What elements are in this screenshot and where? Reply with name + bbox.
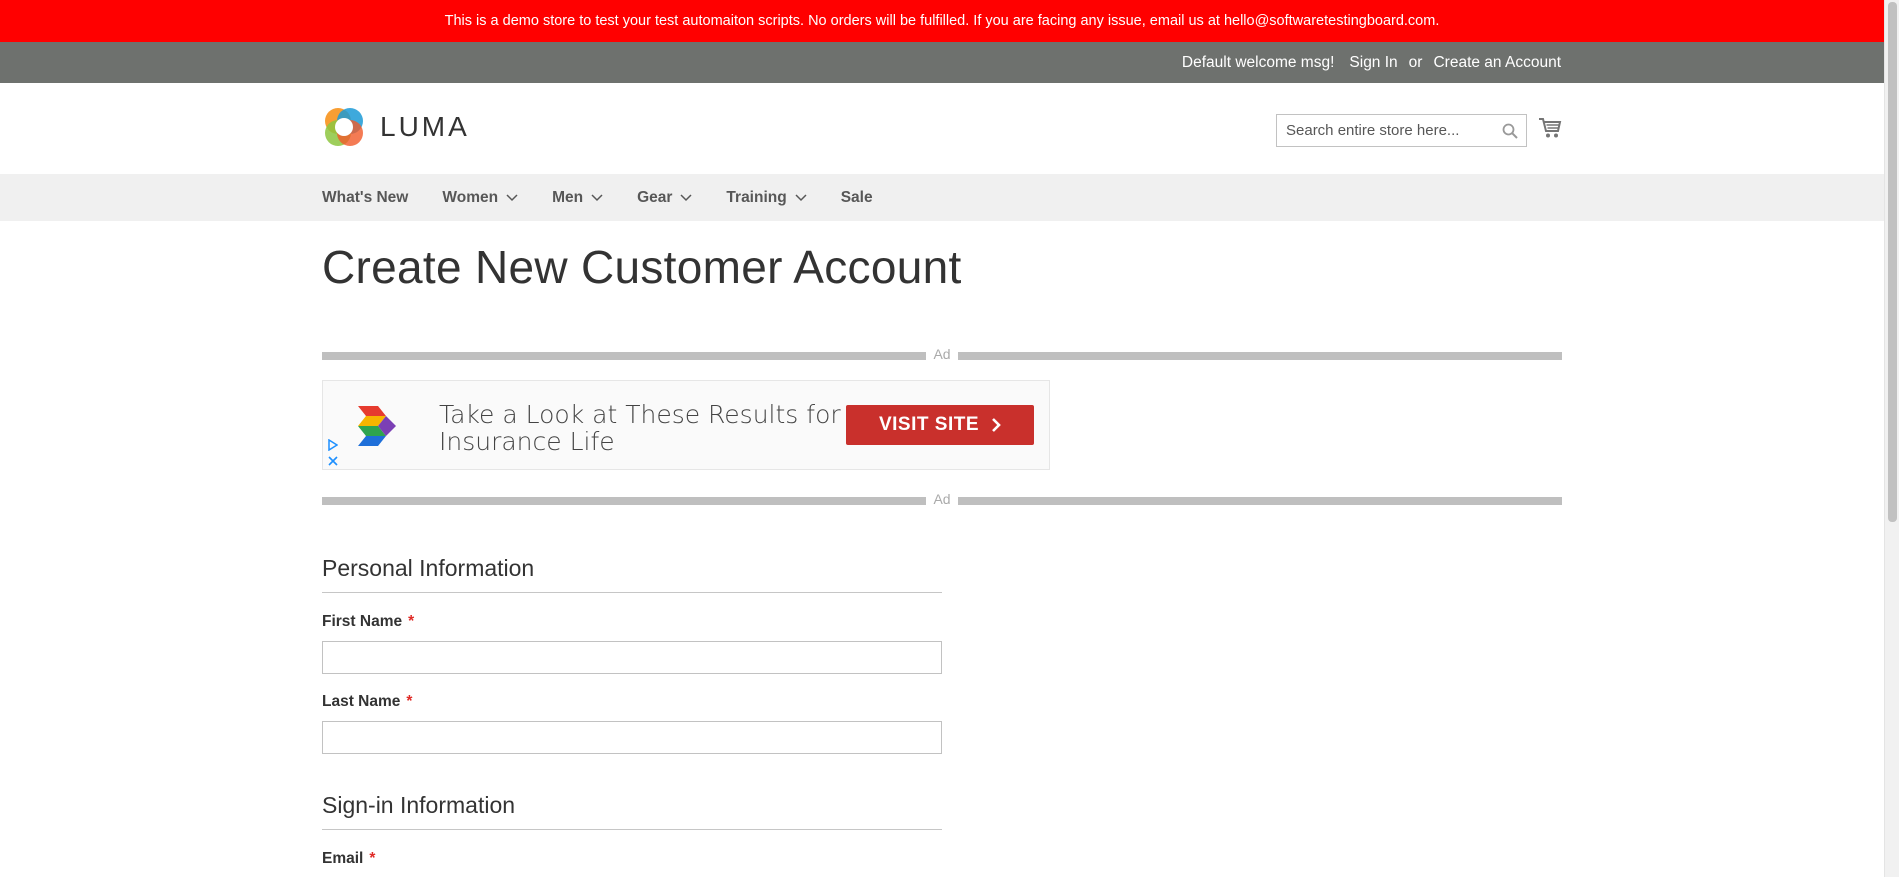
logo-text: LUMA [380,111,470,142]
nav-item-label: Gear [637,188,673,206]
advertiser-logo-icon [358,406,396,446]
last-name-label: Last Name * [322,693,412,711]
ad-separator-top: Ad [322,346,1562,364]
search-box [1276,114,1527,147]
panel-header: Default welcome msg! Sign In or Create a… [0,42,1884,83]
demo-store-banner: This is a demo store to test your test a… [0,0,1884,42]
cart-icon[interactable] [1538,117,1562,139]
nav-item-whats-new[interactable]: What's New [322,189,408,207]
required-marker: * [369,850,376,867]
ad-headline-line-2: Insurance Life [439,427,615,456]
header-links: Default welcome msg! Sign In or Create a… [1182,42,1561,83]
or-separator: or [1408,53,1423,71]
nav-item-women[interactable]: Women [442,189,518,207]
required-marker: * [406,693,413,710]
ad-banner[interactable]: Take a Look at These Results for Insuran… [322,380,1050,470]
create-account-link[interactable]: Create an Account [1433,54,1561,72]
first-name-label: First Name * [322,613,414,631]
nav-item-label: Women [442,188,499,206]
last-name-label-text: Last Name [322,693,401,710]
nav-item-men[interactable]: Men [552,189,603,207]
ad-separator-bottom: Ad [322,491,1562,509]
chevron-down-icon [591,193,603,201]
first-name-label-text: First Name [322,613,403,630]
visit-site-button[interactable]: VISIT SITE [846,405,1034,445]
page-title: Create New Customer Account [322,241,962,293]
ad-headline-line-1: Take a Look at These Results for [439,400,841,429]
ad-label: Ad [933,346,951,362]
site-header: LUMA [0,83,1884,174]
sign-in-information-heading: Sign-in Information [322,792,942,830]
main-navigation: What's New Women Men Gear Training Sale [0,174,1884,221]
required-marker: * [408,613,415,630]
chevron-down-icon [795,193,807,201]
search-icon[interactable] [1502,123,1518,139]
chevron-right-icon [992,418,1001,432]
nav-item-gear[interactable]: Gear [637,189,692,207]
chevron-down-icon [680,193,692,201]
nav-item-label: Sale [840,188,873,206]
email-label-text: Email [322,850,364,867]
nav-item-training[interactable]: Training [726,188,807,207]
nav-item-label: What's New [322,188,409,206]
ad-choices-play-icon[interactable] [328,439,338,451]
scrollbar-thumb[interactable] [1888,2,1897,522]
ad-label: Ad [933,491,951,507]
ad-headline[interactable]: Take a Look at These Results for Insuran… [439,401,841,455]
luma-logo-icon [325,108,363,146]
nav-item-label: Training [726,188,787,206]
sign-in-link[interactable]: Sign In [1349,54,1397,72]
email-label: Email * [322,850,375,868]
page-scrollbar[interactable] [1884,0,1899,877]
nav-item-sale[interactable]: Sale [841,189,873,207]
welcome-message: Default welcome msg! [1181,53,1335,71]
personal-information-heading: Personal Information [322,555,942,593]
close-icon[interactable] [328,456,338,466]
last-name-field[interactable] [322,721,942,754]
search-input[interactable] [1277,115,1487,146]
chevron-down-icon [506,193,518,201]
demo-banner-text: This is a demo store to test your test a… [444,13,1440,29]
first-name-field[interactable] [322,641,942,674]
nav-item-label: Men [552,188,584,206]
visit-site-label: VISIT SITE [878,414,980,435]
logo[interactable]: LUMA [322,105,470,149]
